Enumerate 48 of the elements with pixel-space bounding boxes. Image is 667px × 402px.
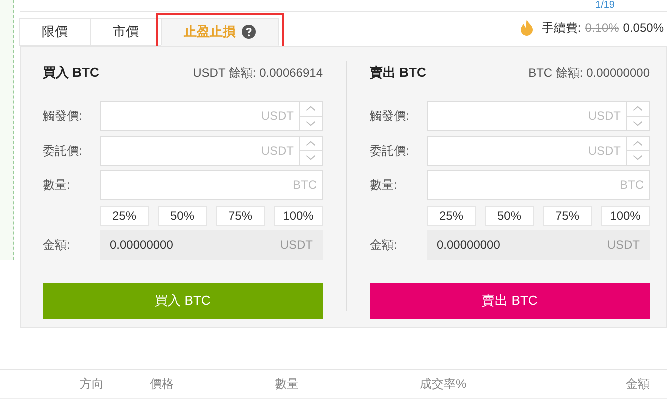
- unit-text: USDT: [587, 108, 622, 125]
- stepper[interactable]: [626, 136, 649, 164]
- percent-button[interactable]: 50%: [485, 206, 534, 226]
- percent-button[interactable]: 100%: [601, 206, 650, 226]
- submit-button[interactable]: 賣出 BTC: [370, 282, 650, 318]
- field-label: 觸發價:: [370, 108, 410, 125]
- unit-text: USDT: [587, 142, 622, 160]
- percent-button[interactable]: 100%: [274, 206, 323, 226]
- field-label: 數量:: [43, 177, 72, 194]
- order-type-tab[interactable]: 限價: [19, 18, 91, 46]
- stepper[interactable]: [299, 136, 322, 164]
- percent-button[interactable]: 75%: [216, 206, 265, 226]
- field-label: 數量:: [370, 177, 398, 194]
- form-title: 買入 BTC: [43, 64, 100, 82]
- fee-label: 手續費:: [542, 20, 582, 37]
- column-header: 方向: [80, 376, 105, 393]
- old-fee-rate: 0.10%: [585, 20, 620, 37]
- percent-button[interactable]: 25%: [100, 206, 149, 226]
- unit-text: USDT: [607, 236, 640, 254]
- unit-text: USDT: [260, 108, 295, 125]
- form-title: 賣出 BTC: [370, 64, 426, 82]
- column-header: 數量: [275, 376, 300, 393]
- column-header: 成交率%: [420, 376, 468, 393]
- stepper[interactable]: [299, 102, 322, 130]
- field-label: 金額:: [43, 236, 72, 254]
- fee-rate: 0.050%: [623, 20, 664, 37]
- flame-icon: [520, 20, 534, 36]
- field-label: 委託價:: [43, 142, 84, 160]
- column-header: 金額: [625, 376, 650, 393]
- amount-value: 0.00000000: [110, 236, 174, 254]
- amount-value: 0.00000000: [437, 236, 500, 254]
- unit-text: BTC: [619, 177, 645, 194]
- page-counter: 1/19: [596, 0, 615, 11]
- balance-text: BTC 餘額: 0.00000000: [528, 65, 650, 82]
- order-type-tab[interactable]: 市價: [90, 18, 162, 46]
- unit-text: USDT: [260, 142, 295, 160]
- help-icon[interactable]: [242, 25, 256, 39]
- column-header: 價格: [150, 376, 175, 393]
- field-label: 觸發價:: [43, 108, 84, 125]
- percent-button[interactable]: 25%: [427, 206, 476, 226]
- percent-button[interactable]: 75%: [543, 206, 592, 226]
- unit-text: BTC: [292, 177, 318, 194]
- balance-text: USDT 餘額: 0.00066914: [193, 65, 323, 82]
- field-label: 委託價:: [370, 142, 410, 160]
- percent-button[interactable]: 50%: [158, 206, 207, 226]
- unit-text: USDT: [280, 236, 313, 254]
- stepper[interactable]: [626, 102, 649, 130]
- field-label: 金額:: [370, 236, 398, 254]
